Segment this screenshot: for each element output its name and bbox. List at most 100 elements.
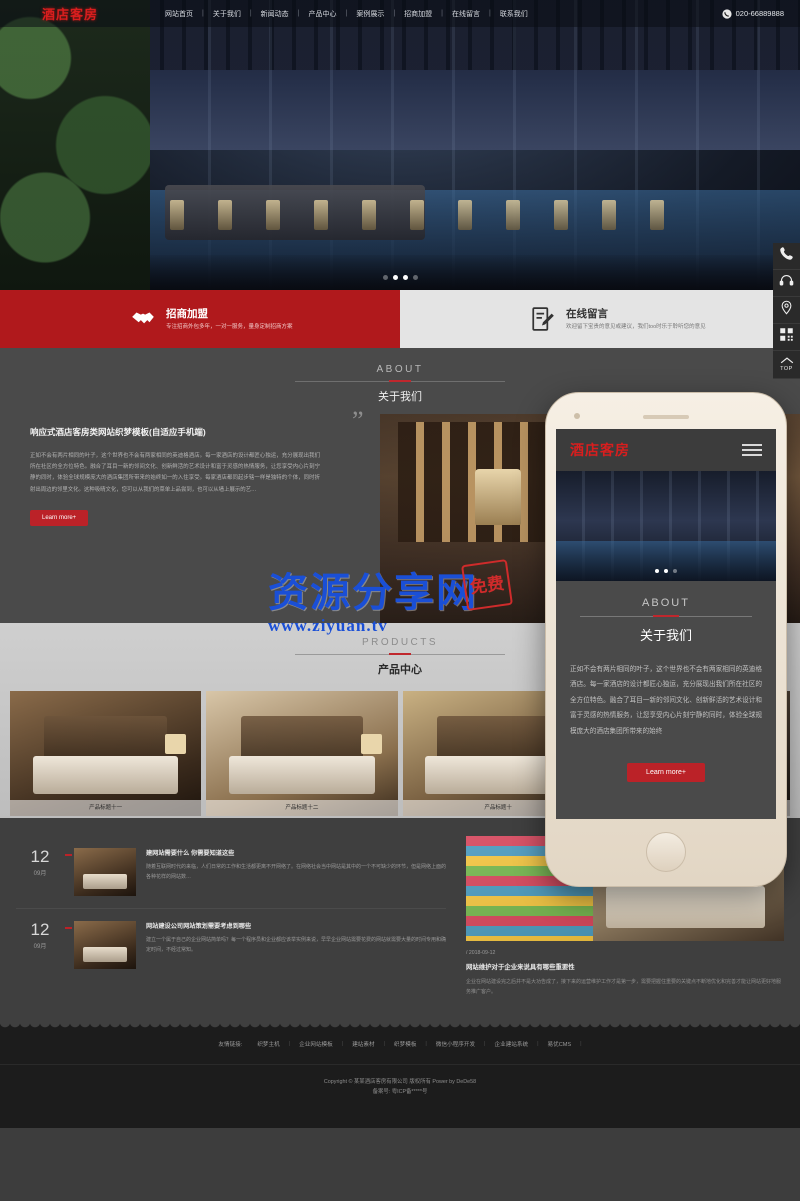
hamburger-icon[interactable] — [742, 441, 762, 459]
band-title: 在线留言 — [566, 308, 608, 321]
phone-site-logo[interactable]: 酒店客房 — [570, 440, 630, 460]
carousel-dot-active[interactable] — [655, 569, 659, 573]
about-heading: 响应式酒店客房类网站织梦模板(自适应手机端) — [30, 427, 206, 437]
rail-item-qrcode[interactable] — [773, 324, 800, 351]
featured-news-summary: 企业在网站建设完之后并不是大功告成了，接下来的运营维护工作才是第一步，需要把握住… — [466, 979, 782, 995]
quote-mark-icon: ” — [352, 406, 364, 435]
footer-separator: | — [580, 1041, 582, 1047]
nav-item-products[interactable]: 产品中心 — [300, 9, 346, 19]
nav-item-franchise[interactable]: 招商加盟 — [395, 9, 441, 19]
phone-carousel-dots[interactable] — [556, 569, 776, 573]
news-title[interactable]: 建网站需要什么 你需要知道这些 — [146, 848, 446, 857]
main-navigation: 网站首页 | 关于我们 | 新闻动态 | 产品中心 | 案例展示 | 招商加盟 … — [156, 9, 537, 19]
about-text-block: 响应式酒店客房类网站织梦模板(自适应手机端) 正如不会有两片相同的叶子，这个世界… — [30, 426, 320, 527]
friendly-links-label: 友情链接: — [218, 1042, 243, 1048]
rail-item-location[interactable] — [773, 297, 800, 324]
heading-rule — [295, 653, 505, 655]
site-logo[interactable]: 酒店客房 — [42, 4, 98, 23]
rail-top-label: TOP — [780, 365, 793, 372]
nav-item-about[interactable]: 关于我们 — [204, 9, 250, 19]
rail-item-phone[interactable] — [773, 243, 800, 270]
rail-item-back-to-top[interactable]: TOP — [773, 351, 800, 379]
band-title: 招商加盟 — [166, 308, 208, 321]
footer-link-templates[interactable]: 企业网站模板 — [290, 1040, 342, 1048]
band-subtitle: 专注招商外包多年，一对一服务，量身定制招商方案 — [166, 324, 293, 331]
news-title[interactable]: 网站建设公司网站策划需要考虑到哪些 — [146, 921, 446, 930]
news-day: 12 — [30, 847, 50, 866]
carousel-dot[interactable] — [412, 275, 418, 280]
phone-speaker — [643, 415, 689, 419]
feature-bands: 招商加盟 专注招商外包多年，一对一服务，量身定制招商方案 在线留言 欢迎留下宝贵… — [0, 290, 800, 348]
news-thumbnail — [74, 921, 136, 969]
footer-link-materials[interactable]: 建站素材 — [343, 1040, 383, 1048]
telephone-icon — [722, 8, 732, 19]
news-list-item[interactable]: 12 09月 网站建设公司网站策划需要考虑到哪些 建立一个属于自己的企业网站简单… — [16, 908, 446, 981]
carousel-dot-active[interactable] — [392, 275, 398, 280]
carousel-dot[interactable] — [673, 569, 677, 573]
header-phone-number: 020-66889888 — [735, 9, 784, 18]
phone-camera-icon — [574, 413, 580, 419]
news-date: 12 09月 — [16, 920, 72, 950]
nav-item-home[interactable]: 网站首页 — [156, 9, 202, 19]
nav-item-message[interactable]: 在线留言 — [443, 9, 489, 19]
phone-learn-more-button[interactable]: Learn more+ — [627, 763, 705, 783]
band-message[interactable]: 在线留言 欢迎留下宝贵的意见或建议，我们too时乐于聆听您的意见 — [400, 290, 800, 348]
news-month: 09月 — [33, 944, 47, 950]
copyright-text: Copyright © 某某酒店客房有限公司 版权所有 Power by DeD… — [323, 1079, 477, 1085]
date-tick-icon — [65, 927, 72, 929]
friendly-links: 友情链接: 织梦主机 | 企业网站模板 | 建站素材 | 织梦模板 | 微信小程… — [0, 1040, 800, 1048]
top-navigation-bar: 酒店客房 网站首页 | 关于我们 | 新闻动态 | 产品中心 | 案例展示 | … — [0, 0, 800, 27]
hero-background-image — [0, 0, 800, 290]
phone-mockup: 酒店客房 ABOUT 关于我们 正如不会有两片相同的叶子，这个世界也不会有两家相… — [545, 392, 787, 887]
news-day: 12 — [30, 920, 50, 939]
side-rail: TOP — [773, 243, 800, 379]
footer-link-enterprise-system[interactable]: 企业建站系统 — [486, 1040, 538, 1048]
heading-rule — [295, 380, 505, 382]
telephone-icon — [779, 246, 794, 266]
message-pen-icon — [530, 306, 556, 332]
phone-about-block: ABOUT 关于我们 正如不会有两片相同的叶子，这个世界也不会有两家相同的英迪格… — [556, 581, 776, 783]
footer-link-miniprogram[interactable]: 微信小程序开发 — [427, 1040, 484, 1048]
heading-rule — [580, 615, 752, 617]
product-card[interactable]: 产品标题十一 — [10, 691, 202, 816]
footer-link-eyoucms[interactable]: 易优CMS — [539, 1040, 581, 1048]
handshake-icon — [130, 306, 156, 332]
copyright-block: Copyright © 某某酒店客房有限公司 版权所有 Power by DeD… — [0, 1064, 800, 1098]
phone-about-en-title: ABOUT — [642, 597, 690, 609]
nav-item-contact[interactable]: 联系我们 — [491, 9, 537, 19]
phone-about-cn-title: 关于我们 — [639, 628, 692, 643]
news-list: 12 09月 建网站需要什么 你需要知道这些 随着互联网时代的来临，人们日常的工… — [16, 836, 446, 997]
header-phone: 020-66889888 — [722, 8, 784, 19]
news-summary: 随着互联网时代的来临，人们日常的工作和生活都更离不开网络了。在网络社会当中网站是… — [146, 864, 447, 880]
news-date: 12 09月 — [16, 847, 72, 877]
carousel-dot[interactable] — [382, 275, 388, 280]
band-franchise[interactable]: 招商加盟 专注招商外包多年，一对一服务，量身定制招商方案 — [0, 290, 400, 348]
rail-item-service[interactable] — [773, 270, 800, 297]
news-summary: 建立一个属于自己的企业网站简单吗？每一个程序员和企业都应该举实例来说，早早企业网… — [146, 937, 447, 953]
about-en-title: ABOUT — [376, 364, 424, 375]
band-subtitle: 欢迎留下宝贵的意见或建议，我们too时乐于聆听您的意见 — [566, 324, 706, 331]
site-footer: 友情链接: 织梦主机 | 企业网站模板 | 建站素材 | 织梦模板 | 微信小程… — [0, 1022, 800, 1128]
page-root: 酒店客房 网站首页 | 关于我们 | 新闻动态 | 产品中心 | 案例展示 | … — [0, 0, 800, 1201]
news-list-item[interactable]: 12 09月 建网站需要什么 你需要知道这些 随着互联网时代的来临，人们日常的工… — [16, 836, 446, 908]
phone-home-button[interactable] — [646, 832, 686, 872]
icp-text: 备案号: 粤ICP备*****号 — [372, 1089, 428, 1096]
qr-code-icon — [779, 327, 794, 347]
hero-lamps — [170, 170, 690, 230]
carousel-dot-active[interactable] — [664, 569, 668, 573]
nav-item-news[interactable]: 新闻动态 — [252, 9, 298, 19]
footer-link-host[interactable]: 织梦主机 — [248, 1040, 288, 1048]
phone-about-body: 正如不会有两片相同的叶子，这个世界也不会有两家相同的英迪格酒店。每一家酒店的设计… — [570, 666, 762, 735]
carousel-dot-active[interactable] — [402, 275, 408, 280]
carousel-dots[interactable] — [0, 275, 800, 280]
product-caption: 产品标题十二 — [206, 800, 398, 816]
footer-link-dedecms-templates[interactable]: 织梦模板 — [385, 1040, 425, 1048]
featured-news-title[interactable]: 网站维护对于企业来说具有哪些重要性 — [466, 962, 784, 971]
map-pin-icon — [779, 300, 794, 320]
about-learn-more-button[interactable]: Learn more+ — [30, 510, 89, 527]
headset-icon — [779, 273, 794, 293]
scallop-divider — [0, 1022, 800, 1030]
news-month: 09月 — [33, 871, 47, 877]
product-card[interactable]: 产品标题十二 — [206, 691, 398, 816]
nav-item-cases[interactable]: 案例展示 — [347, 9, 393, 19]
